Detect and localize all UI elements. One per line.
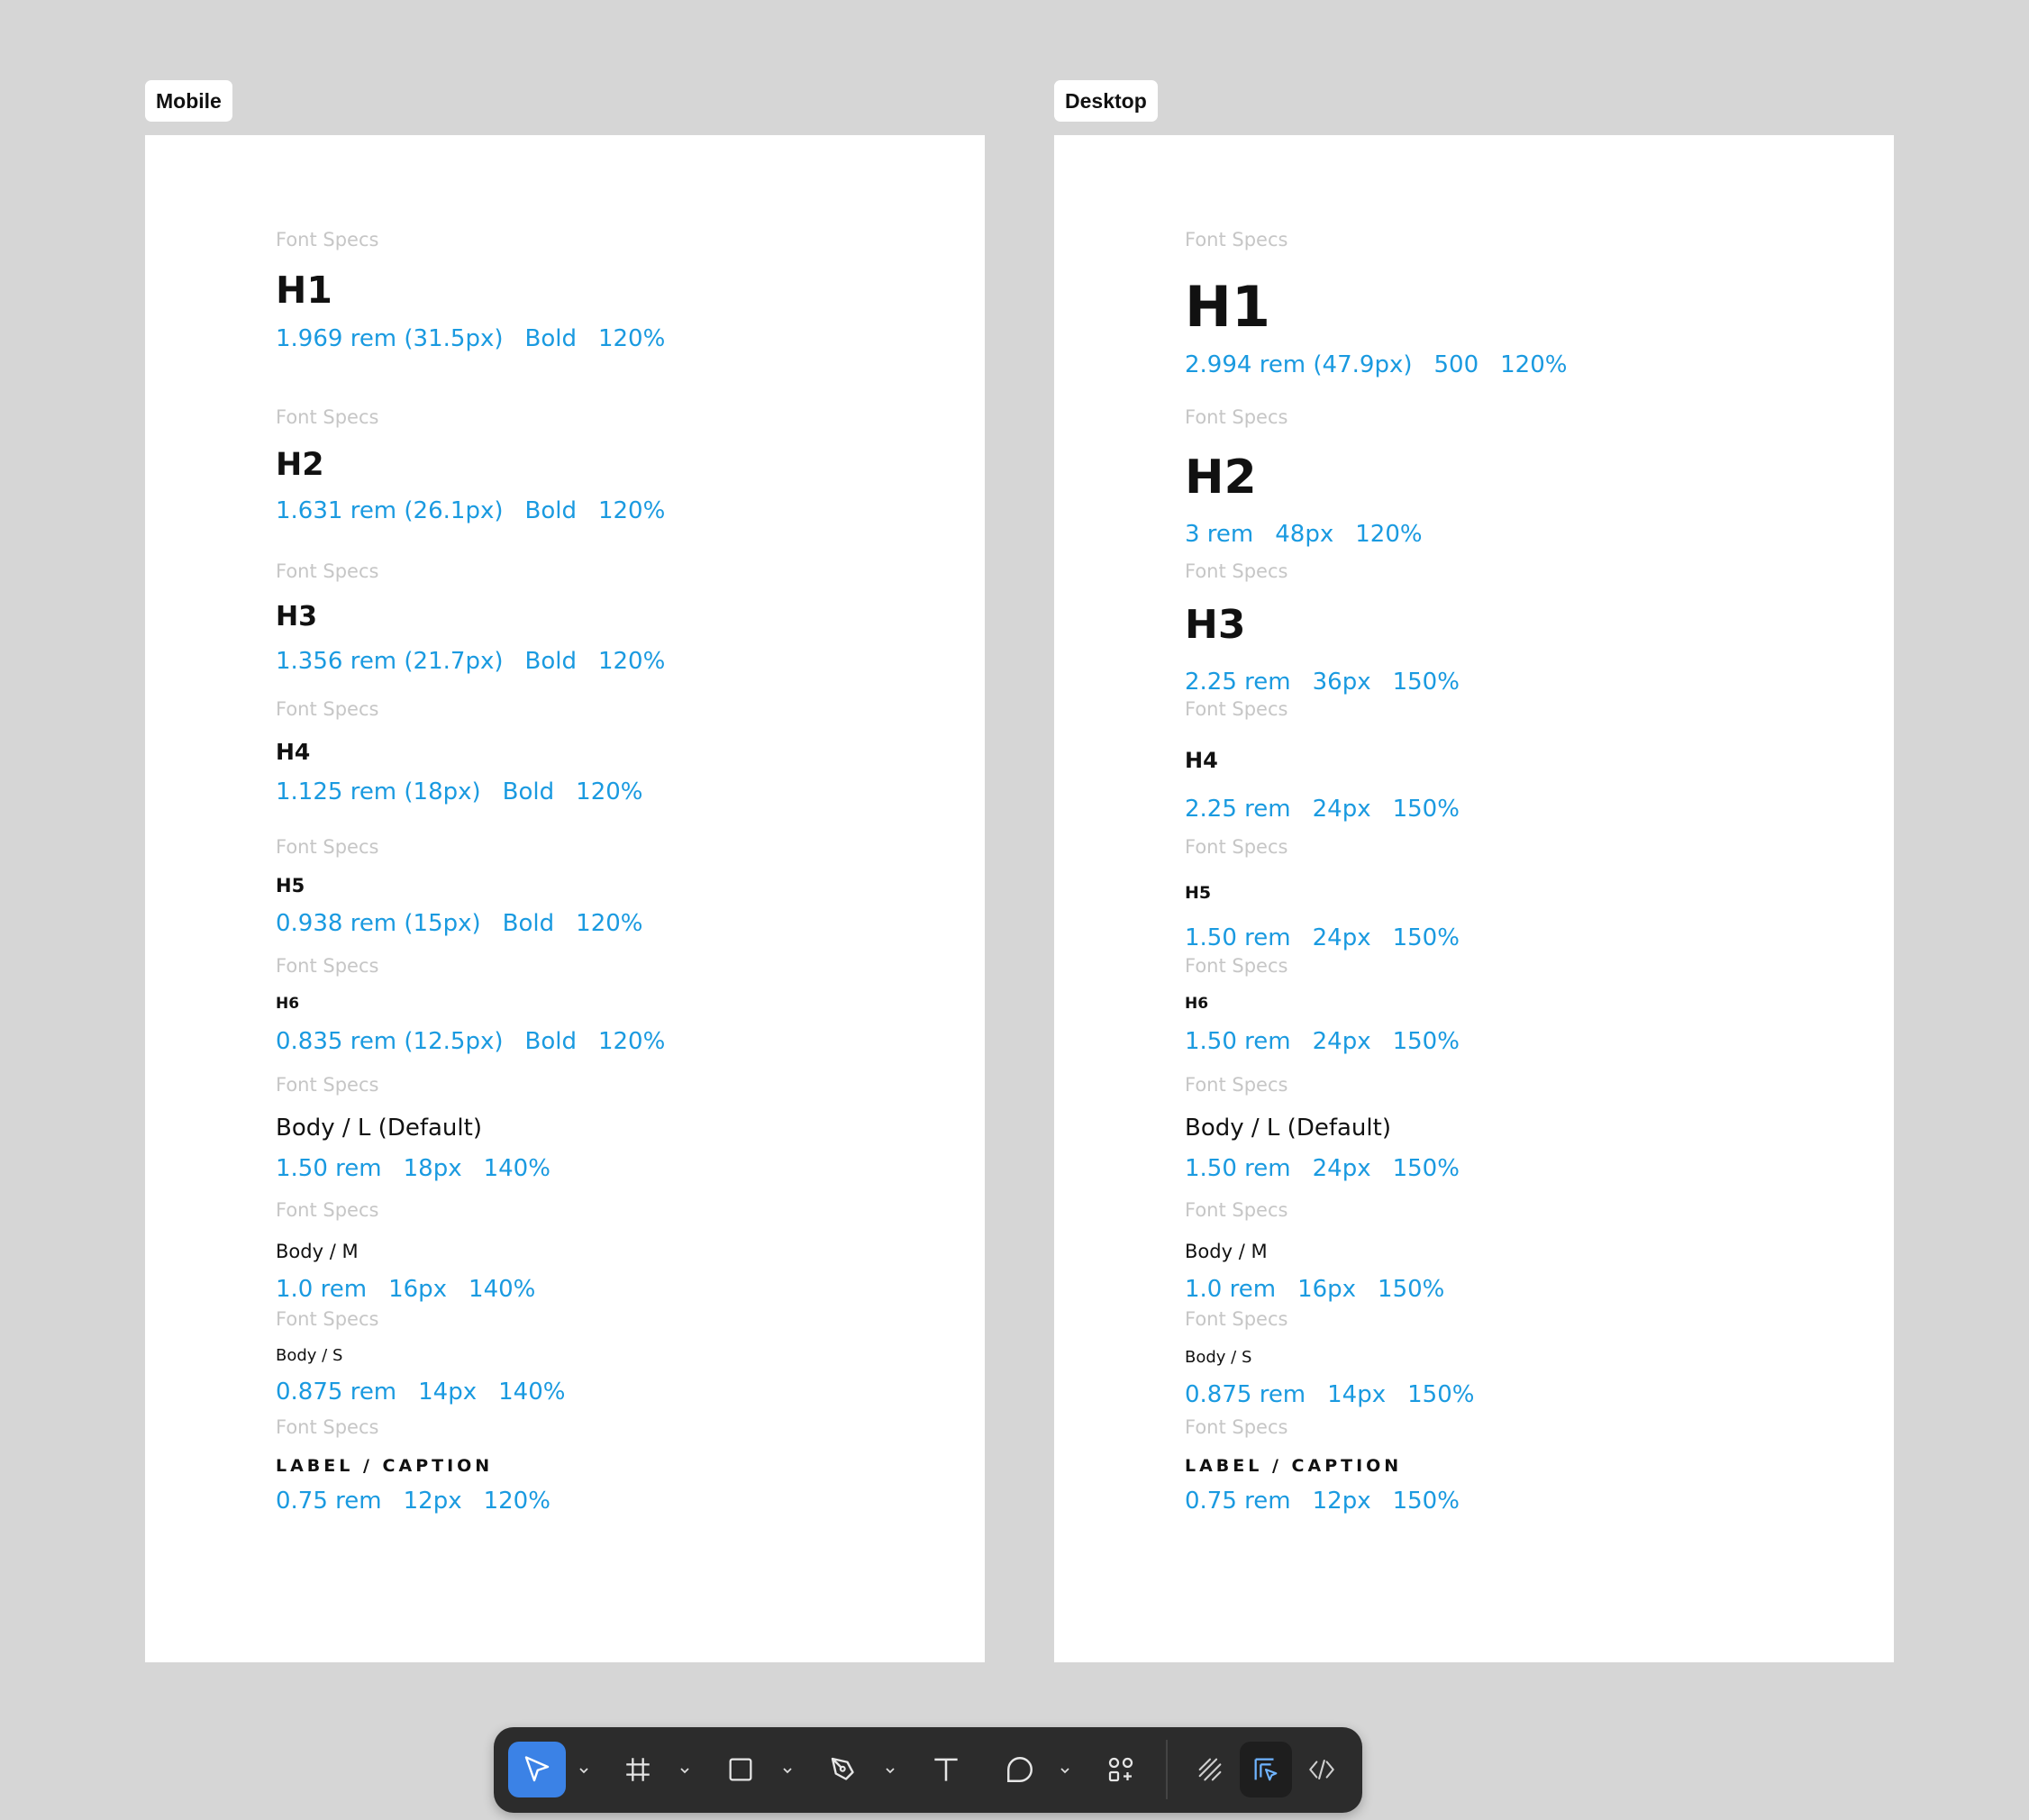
style-specs-h3: 2.25 rem 36px 150% [1185, 669, 1460, 696]
components-grid-icon [1108, 1757, 1133, 1782]
dev-mode-button[interactable] [1296, 1742, 1348, 1797]
font-specs-caption: Font Specs [276, 1308, 379, 1330]
style-name-h2: H2 [1185, 450, 1257, 505]
font-specs-caption: Font Specs [276, 1416, 379, 1438]
scribble-icon [1198, 1758, 1222, 1781]
chevron-down-icon[interactable] [575, 1761, 593, 1779]
chevron-down-icon[interactable] [881, 1761, 899, 1779]
style-name-h5: H5 [276, 875, 305, 896]
cursor-arrow-icon [524, 1756, 550, 1782]
style-specs-h6: 1.50 rem 24px 150% [1185, 1028, 1460, 1055]
style-specs-h4: 1.125 rem (18px) Bold 120% [276, 778, 643, 805]
style-name-body-m: Body / M [1185, 1241, 1268, 1262]
square-icon [729, 1758, 752, 1781]
style-specs-label-caption: 0.75 rem 12px 120% [276, 1488, 550, 1515]
style-specs-h2: 3 rem 48px 120% [1185, 521, 1423, 548]
actions-tool-button[interactable] [1092, 1742, 1150, 1797]
style-name-h2: H2 [276, 447, 324, 483]
hash-frame-icon [626, 1758, 650, 1781]
font-specs-caption: Font Specs [276, 1074, 379, 1096]
chevron-down-icon[interactable] [778, 1761, 796, 1779]
style-specs-h5: 0.938 rem (15px) Bold 120% [276, 910, 643, 937]
style-specs-h1: 2.994 rem (47.9px) 500 120% [1185, 351, 1568, 378]
font-specs-caption: Font Specs [276, 1199, 379, 1221]
style-specs-h1: 1.969 rem (31.5px) Bold 120% [276, 325, 666, 352]
font-specs-caption: Font Specs [1185, 698, 1288, 720]
style-name-label-caption: LABEL / CAPTION [276, 1456, 494, 1476]
text-tool-button[interactable] [917, 1742, 975, 1797]
frame-label-mobile[interactable]: Mobile [145, 80, 232, 122]
style-name-h5: H5 [1185, 883, 1212, 903]
pen-tool-button[interactable] [814, 1742, 872, 1797]
draw-mode-button[interactable] [1184, 1742, 1236, 1797]
font-specs-caption: Font Specs [276, 955, 379, 977]
style-specs-h4: 2.25 rem 24px 150% [1185, 796, 1460, 823]
style-name-h4: H4 [276, 739, 311, 765]
style-specs-label-caption: 0.75 rem 12px 150% [1185, 1488, 1460, 1515]
frame-label-desktop[interactable]: Desktop [1054, 80, 1158, 122]
toolbar-divider [1166, 1740, 1168, 1799]
style-name-h3: H3 [1185, 602, 1246, 648]
style-name-body-m: Body / M [276, 1241, 359, 1262]
shape-tool-button[interactable] [712, 1742, 769, 1797]
font-specs-caption: Font Specs [1185, 560, 1288, 582]
style-specs-h6: 0.835 rem (12.5px) Bold 120% [276, 1028, 666, 1055]
mobile-frame[interactable]: Font Specs H1 1.969 rem (31.5px) Bold 120%… [145, 135, 985, 1662]
font-specs-caption: Font Specs [276, 698, 379, 720]
text-t-icon [934, 1758, 958, 1781]
style-specs-body-m: 1.0 rem 16px 150% [1185, 1276, 1445, 1303]
code-brackets-icon [1309, 1760, 1334, 1779]
pen-nib-icon [831, 1757, 854, 1780]
chevron-down-icon[interactable] [676, 1761, 694, 1779]
font-specs-caption: Font Specs [1185, 1199, 1288, 1221]
font-specs-caption: Font Specs [1185, 1074, 1288, 1096]
style-specs-body-m: 1.0 rem 16px 140% [276, 1276, 536, 1303]
style-specs-h2: 1.631 rem (26.1px) Bold 120% [276, 497, 666, 524]
speech-bubble-icon [1007, 1757, 1033, 1782]
font-specs-caption: Font Specs [276, 836, 379, 858]
style-name-h3: H3 [276, 601, 317, 632]
style-specs-body-s: 0.875 rem 14px 150% [1185, 1381, 1475, 1408]
style-name-h6: H6 [1185, 995, 1209, 1013]
style-name-body-s: Body / S [276, 1346, 343, 1365]
design-mode-icon [1254, 1758, 1278, 1781]
style-specs-body-l: 1.50 rem 24px 150% [1185, 1155, 1460, 1182]
design-mode-button[interactable] [1240, 1742, 1292, 1797]
frame-tool-button[interactable] [609, 1742, 667, 1797]
style-specs-body-l: 1.50 rem 18px 140% [276, 1155, 550, 1182]
style-name-body-l: Body / L (Default) [1185, 1115, 1391, 1142]
bottom-toolbar [494, 1727, 1362, 1813]
style-name-h1: H1 [1185, 274, 1271, 340]
style-name-h1: H1 [276, 268, 332, 312]
style-name-body-s: Body / S [1185, 1348, 1252, 1367]
chevron-down-icon[interactable] [1056, 1761, 1074, 1779]
font-specs-caption: Font Specs [1185, 1308, 1288, 1330]
font-specs-caption: Font Specs [276, 229, 379, 250]
style-specs-h3: 1.356 rem (21.7px) Bold 120% [276, 648, 666, 675]
font-specs-caption: Font Specs [1185, 406, 1288, 428]
font-specs-caption: Font Specs [1185, 1416, 1288, 1438]
desktop-frame[interactable]: Font Specs H1 2.994 rem (47.9px) 500 120% … [1054, 135, 1894, 1662]
comment-tool-button[interactable] [991, 1742, 1049, 1797]
font-specs-caption: Font Specs [1185, 955, 1288, 977]
font-specs-caption: Font Specs [276, 406, 379, 428]
move-tool-button[interactable] [508, 1742, 566, 1797]
font-specs-caption: Font Specs [276, 560, 379, 582]
font-specs-caption: Font Specs [1185, 229, 1288, 250]
style-specs-h5: 1.50 rem 24px 150% [1185, 924, 1460, 951]
style-name-body-l: Body / L (Default) [276, 1115, 482, 1142]
style-specs-body-s: 0.875 rem 14px 140% [276, 1379, 566, 1406]
font-specs-caption: Font Specs [1185, 836, 1288, 858]
style-name-h4: H4 [1185, 748, 1218, 773]
style-name-label-caption: LABEL / CAPTION [1185, 1456, 1403, 1476]
style-name-h6: H6 [276, 995, 300, 1013]
